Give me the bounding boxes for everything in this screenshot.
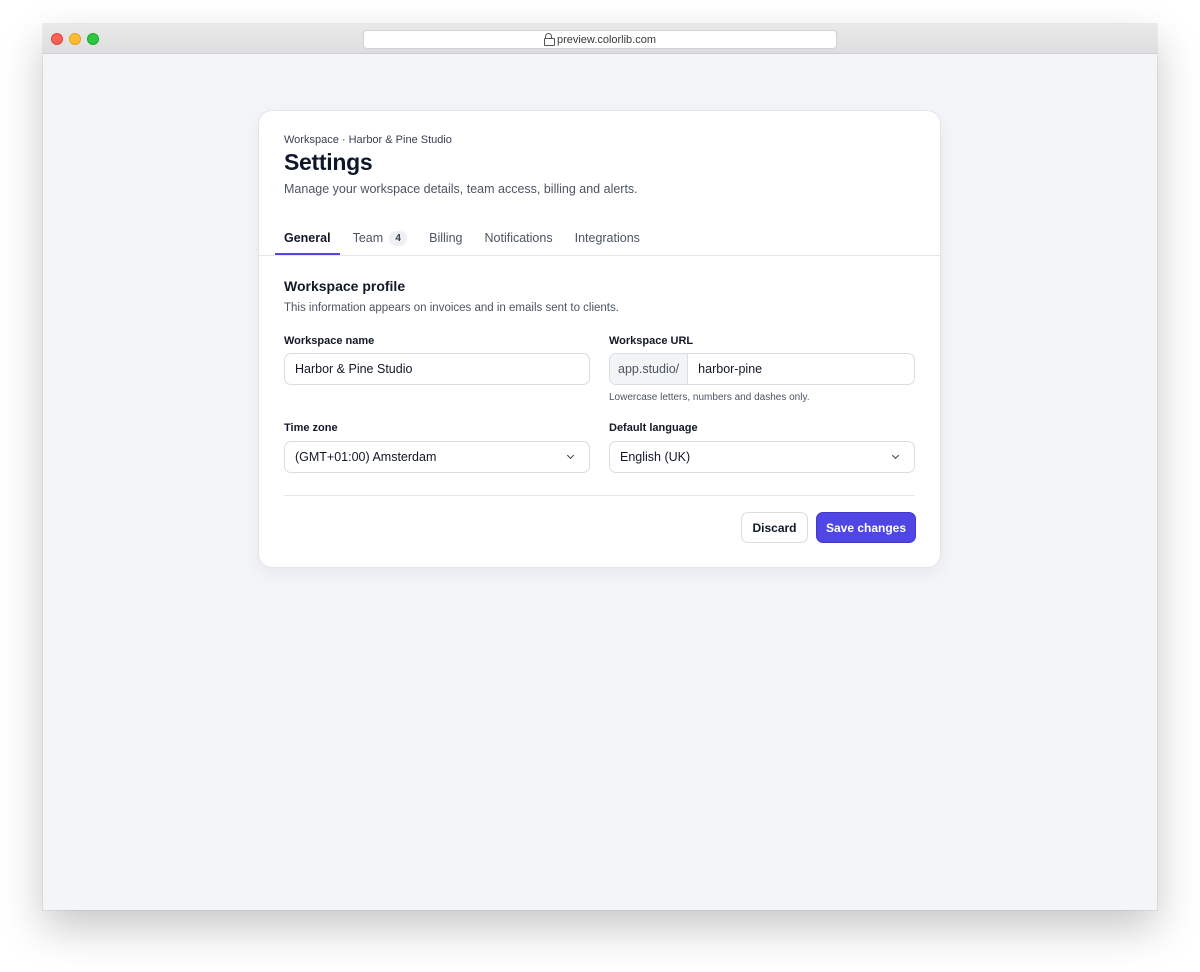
language-label: Default language xyxy=(609,422,698,434)
tab-billing[interactable]: Billing xyxy=(420,221,471,255)
url-prefix: app.studio/ xyxy=(610,354,689,384)
language-select[interactable]: English (UK) xyxy=(609,441,915,473)
tab-label: General xyxy=(284,231,331,245)
breadcrumb: Workspace · Harbor & Pine Studio xyxy=(284,134,452,146)
tab-integrations[interactable]: Integrations xyxy=(566,221,649,255)
workspace-name-input[interactable] xyxy=(285,354,589,384)
time-zone-value: (GMT+01:00) Amsterdam xyxy=(295,450,437,464)
language-value: English (UK) xyxy=(620,450,691,464)
section-title: Workspace profile xyxy=(284,278,406,294)
address-bar[interactable]: preview.colorlib.com xyxy=(363,30,837,49)
browser-toolbar: preview.colorlib.com xyxy=(43,24,1157,54)
minimize-window-icon[interactable] xyxy=(69,33,81,45)
tab-team[interactable]: Team 4 xyxy=(344,221,417,255)
save-changes-button[interactable]: Save changes xyxy=(816,512,916,543)
time-zone-select[interactable]: (GMT+01:00) Amsterdam xyxy=(284,441,590,473)
settings-card: Workspace · Harbor & Pine Studio Setting… xyxy=(258,110,941,568)
tab-label: Notifications xyxy=(484,231,553,245)
tab-label: Integrations xyxy=(574,231,640,245)
browser-window: preview.colorlib.com Workspace · Harbor … xyxy=(43,24,1157,910)
time-zone-label: Time zone xyxy=(284,422,338,434)
tab-label: Team xyxy=(352,231,384,245)
workspace-name-label: Workspace name xyxy=(284,335,375,347)
address-url: preview.colorlib.com xyxy=(556,33,657,46)
section-description: This information appears on invoices and… xyxy=(284,302,619,314)
tab-notifications[interactable]: Notifications xyxy=(476,221,562,255)
discard-button[interactable]: Discard xyxy=(741,512,808,543)
workspace-name-field xyxy=(284,353,590,385)
workspace-url-label: Workspace URL xyxy=(609,335,694,347)
tab-general[interactable]: General xyxy=(275,221,340,255)
page-subtitle: Manage your workspace details, team acce… xyxy=(284,182,638,196)
lock-icon xyxy=(543,32,555,46)
chevron-down-icon xyxy=(567,453,575,461)
tab-divider xyxy=(259,255,940,256)
workspace-url-input[interactable] xyxy=(688,354,914,384)
settings-tabs: General Team 4 Billing Notifications Int… xyxy=(275,221,653,255)
chevron-down-icon xyxy=(892,453,900,461)
maximize-window-icon[interactable] xyxy=(87,33,99,45)
close-window-icon[interactable] xyxy=(51,33,63,45)
tab-label: Billing xyxy=(429,231,463,245)
workspace-url-hint: Lowercase letters, numbers and dashes on… xyxy=(609,392,810,403)
form-divider xyxy=(284,495,915,496)
team-count-badge: 4 xyxy=(389,230,408,246)
workspace-url-field: app.studio/ xyxy=(609,353,915,385)
page-title: Settings xyxy=(284,149,373,175)
